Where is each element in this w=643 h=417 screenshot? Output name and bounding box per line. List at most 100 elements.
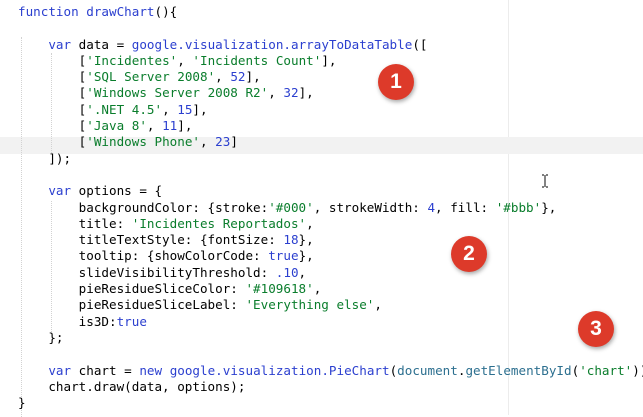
code-token: , fill: [435,199,496,215]
code-token: [ [18,52,87,68]
code-token: '.NET 4.5' [86,101,163,117]
code-line[interactable]: ['SQL Server 2008', 52], [18,69,643,85]
code-token: true [116,313,147,329]
code-token: [ [18,101,87,117]
code-token: 'Java 8' [86,118,147,134]
code-content[interactable]: function drawChart(){ var data = google.… [18,0,643,411]
code-token: 23 [215,134,231,150]
code-token: [ [18,85,87,101]
code-token: '#bbb' [495,199,542,215]
code-token: var [48,362,72,378]
code-line[interactable]: ]); [18,151,643,167]
code-token: , [268,85,284,101]
code-token: ]); [18,150,72,166]
code-token: data = [71,36,132,52]
code-token: 'Incidents Count' [192,52,322,68]
code-token: }, [541,199,557,215]
code-token: var [48,36,72,52]
code-token: options = { [71,183,163,199]
code-token: pieResidueSliceLabel: [18,297,246,313]
code-token: is3D: [18,313,117,329]
code-token: ], [321,52,337,68]
code-token: , [199,134,216,150]
code-editor[interactable]: function drawChart(){ var data = google.… [0,0,643,417]
code-line[interactable]: } [18,395,643,411]
code-line[interactable]: ['.NET 4.5', 15], [18,102,643,118]
code-token: var [48,183,72,199]
code-token: 'SQL Server 2008' [86,69,216,85]
code-token: getElementById [465,362,572,378]
code-token: 'Windows Server 2008 R2' [86,85,269,101]
code-line[interactable]: var options = { [18,183,643,199]
code-line[interactable]: pieResidueSliceLabel: 'Everything else', [18,297,643,313]
code-line[interactable] [18,20,643,36]
code-token: [ [18,134,87,150]
code-line[interactable]: var data = google.visualization.arrayToD… [18,37,643,53]
code-token: '#109618' [245,281,314,297]
code-line[interactable]: tooltip: {showColorCode: true}, [18,248,643,264]
code-token: 11 [162,118,178,134]
code-line[interactable] [18,346,643,362]
code-token: 32 [283,85,299,101]
code-token: pieResidueSliceColor: [18,281,246,297]
code-token: backgroundColor: {stroke: [18,199,269,215]
code-token: google.visualization.PieChart [169,362,390,378]
code-token: google.visualization.arrayToDataTable [131,36,413,52]
annotation-badge-3: 3 [578,311,614,347]
code-token: }, [298,232,314,248]
code-token: 'Everything else' [245,297,375,313]
code-token: 'Incidentes' [86,52,178,68]
code-token: .10 [275,264,299,280]
code-token: , strokeWidth: [313,199,428,215]
code-token: drawChart [86,4,155,19]
code-token: 'chart' [579,362,633,378]
code-line[interactable]: function drawChart(){ [18,4,643,20]
code-token: ], [245,69,261,85]
code-line[interactable]: }; [18,330,643,346]
code-line[interactable]: backgroundColor: {stroke:'#000', strokeW… [18,200,643,216]
code-token: , [306,215,314,231]
code-token: true [268,248,299,264]
code-token: ], [192,101,208,117]
code-token: )); [632,362,643,378]
code-token: chart.draw(data, options); [18,378,246,394]
code-token: ], [298,85,314,101]
code-token: [ [18,69,87,85]
code-token: '#000' [268,199,314,215]
code-token: , [146,118,163,134]
code-line[interactable]: pieResidueSliceColor: '#109618', [18,281,643,297]
code-line[interactable]: ['Windows Server 2008 R2', 32], [18,85,643,101]
code-token: [ [18,118,87,134]
code-line[interactable]: chart.draw(data, options); [18,379,643,395]
code-token: 52 [230,69,246,85]
annotation-badge-1: 1 [378,64,414,100]
code-token: , [374,297,382,313]
code-token: titleTextStyle: {fontSize: [18,232,284,248]
code-token: , [313,281,322,297]
code-line[interactable] [18,167,643,183]
code-token: title: [18,215,132,231]
code-line[interactable]: titleTextStyle: {fontSize: 18}, [18,232,643,248]
code-line[interactable]: is3D:true [18,314,643,330]
code-line[interactable]: ['Incidentes', 'Incidents Count'], [18,53,643,69]
code-token: }; [18,329,64,345]
code-line[interactable]: var chart = new google.visualization.Pie… [18,363,643,379]
code-token: 18 [283,232,299,248]
code-line[interactable]: ['Windows Phone', 23] [18,134,643,150]
code-token: 'Windows Phone' [86,134,200,150]
code-token: }, [298,248,314,264]
code-line[interactable]: ['Java 8', 11], [18,118,643,134]
code-token: , [298,264,307,280]
code-token: ] [230,134,238,150]
code-token: 15 [177,101,193,117]
code-line[interactable]: title: 'Incidentes Reportados', [18,216,643,232]
code-token: function [18,4,79,19]
code-token: 4 [427,199,436,215]
code-token: , [177,52,193,68]
annotation-badge-2: 2 [451,236,487,272]
code-line[interactable]: slideVisibilityThreshold: .10, [18,265,643,281]
